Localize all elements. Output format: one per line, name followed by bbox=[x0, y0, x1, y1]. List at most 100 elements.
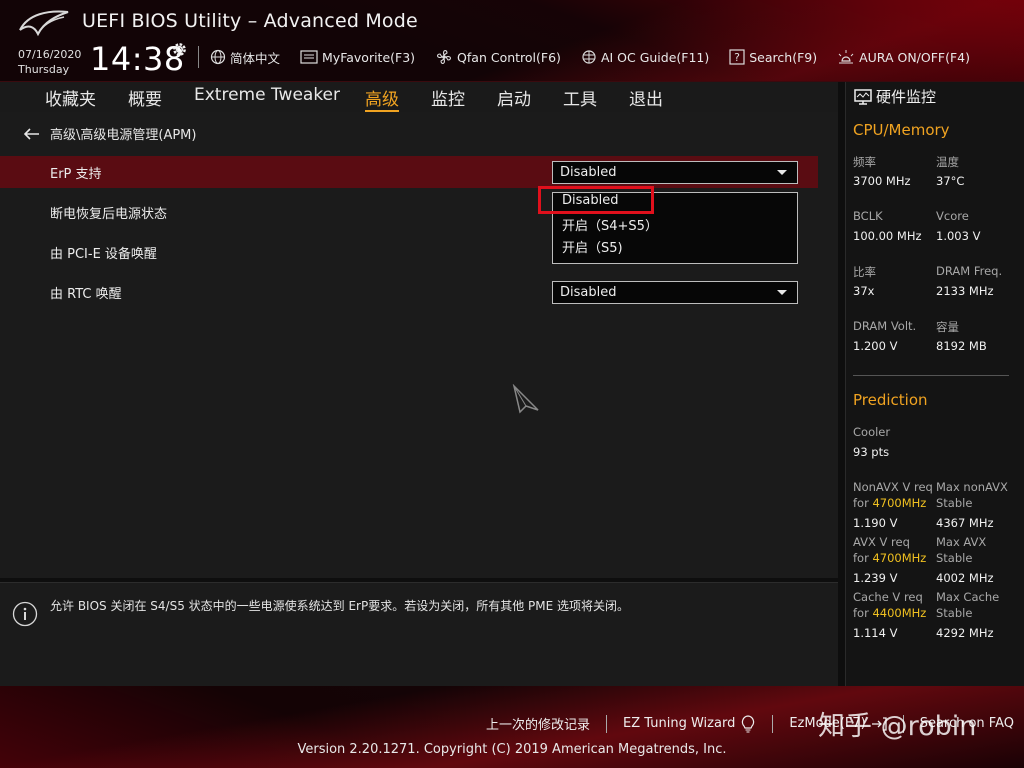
tab-advanced[interactable]: 高级 bbox=[365, 85, 399, 112]
tab-extreme-tweaker[interactable]: Extreme Tweaker bbox=[194, 85, 340, 105]
tab-tool[interactable]: 工具 bbox=[563, 85, 597, 110]
hw-label: BCLK bbox=[853, 209, 883, 223]
target-frequency: 4700MHz bbox=[872, 551, 927, 565]
search-button[interactable]: ? Search(F9) bbox=[729, 49, 817, 65]
hw-label-for: for bbox=[853, 606, 869, 620]
aura-light-icon bbox=[838, 50, 854, 64]
gear-icon[interactable] bbox=[171, 41, 188, 58]
setting-label-pcie-wake: 由 PCI-E 设备唤醒 bbox=[50, 247, 157, 262]
cpu-memory-section-title: CPU/Memory bbox=[853, 121, 950, 139]
aura-label: AURA ON/OFF(F4) bbox=[859, 49, 971, 65]
day-text: Thursday bbox=[18, 63, 70, 76]
date-text: 07/16/2020 bbox=[18, 48, 82, 61]
hw-value: 37°C bbox=[936, 174, 965, 188]
footer-divider bbox=[606, 714, 608, 733]
rog-logo-icon bbox=[19, 10, 69, 37]
hw-label: Vcore bbox=[936, 209, 969, 223]
footer-bar: 上一次的修改记录 EZ Tuning Wizard EzMode(F7) Sea… bbox=[0, 686, 1024, 768]
header-bar: UEFI BIOS Utility – Advanced Mode 07/16/… bbox=[0, 0, 1024, 82]
search-label: Search(F9) bbox=[749, 49, 818, 65]
hw-label: Stable bbox=[936, 551, 973, 565]
hw-label: Stable bbox=[936, 606, 973, 620]
toolbar: 简体中文 MyFavorite(F3) Qfan Control(F6) AI … bbox=[210, 46, 990, 68]
hw-label: DRAM Freq. bbox=[936, 264, 1003, 278]
help-bar: 允许 BIOS 关闭在 S4/S5 状态中的一些电源使系统达到 ErP要求。若设… bbox=[0, 582, 838, 686]
mouse-cursor-icon bbox=[512, 384, 539, 414]
hw-label: Max nonAVX bbox=[936, 480, 1008, 494]
annotation-highlight-box bbox=[538, 186, 654, 214]
setting-label-rtc-wake: 由 RTC 唤醒 bbox=[50, 287, 122, 302]
hw-value: 4292 MHz bbox=[936, 626, 994, 640]
setting-row-rtc-wake[interactable]: 由 RTC 唤醒 Disabled bbox=[0, 276, 818, 308]
hw-value: 4002 MHz bbox=[936, 571, 994, 585]
rtc-wake-dropdown-value: Disabled bbox=[560, 285, 617, 300]
hw-value: 1.190 V bbox=[853, 516, 898, 530]
language-label: 简体中文 bbox=[230, 50, 281, 66]
hw-label: 温度 bbox=[936, 155, 959, 169]
ez-tuning-wizard-button[interactable]: EZ Tuning Wizard bbox=[623, 714, 756, 733]
ai-oc-guide-button[interactable]: AI OC Guide(F11) bbox=[581, 49, 709, 65]
lightbulb-icon bbox=[742, 714, 755, 732]
erp-dropdown[interactable]: Disabled bbox=[552, 161, 798, 184]
myfavorite-button[interactable]: MyFavorite(F3) bbox=[300, 50, 415, 65]
watermark-text: 知乎 @robin bbox=[818, 711, 977, 742]
tab-main[interactable]: 概要 bbox=[128, 85, 162, 110]
version-text: Version 2.20.1271. Copyright (C) 2019 Am… bbox=[297, 742, 727, 757]
dropdown-arrow-icon bbox=[777, 290, 787, 295]
hw-label: for 4700MHz bbox=[853, 496, 926, 510]
date-display: 07/16/2020 Thursday bbox=[18, 47, 81, 77]
tab-boot[interactable]: 启动 bbox=[497, 85, 531, 110]
hw-value: 1.200 V bbox=[853, 339, 898, 353]
fan-icon bbox=[437, 50, 452, 64]
help-description: 允许 BIOS 关闭在 S4/S5 状态中的一些电源使系统达到 ErP要求。若设… bbox=[50, 599, 630, 613]
dropdown-arrow-icon bbox=[777, 170, 787, 175]
hw-label: 频率 bbox=[853, 155, 876, 169]
tab-exit[interactable]: 退出 bbox=[629, 85, 663, 110]
setting-row-erp[interactable]: ErP 支持 Disabled bbox=[0, 156, 818, 188]
settings-panel: 高级\高级电源管理(APM) ErP 支持 Disabled 断电恢复后电源状态… bbox=[0, 112, 838, 578]
hw-value: 1.239 V bbox=[853, 571, 898, 585]
last-modified-button[interactable]: 上一次的修改记录 bbox=[486, 714, 590, 733]
last-modified-label: 上一次的修改记录 bbox=[486, 718, 591, 733]
qfan-control-button[interactable]: Qfan Control(F6) bbox=[435, 48, 561, 66]
language-button[interactable]: 简体中文 bbox=[210, 48, 280, 67]
hw-value: 1.114 V bbox=[853, 626, 898, 640]
favorite-icon bbox=[300, 50, 318, 64]
cooler-label: Cooler bbox=[853, 425, 891, 439]
monitor-icon bbox=[854, 88, 872, 105]
hw-monitor-title: 硬件监控 bbox=[854, 86, 936, 107]
ez-tuning-label: EZ Tuning Wizard bbox=[623, 716, 736, 731]
hw-label: 容量 bbox=[936, 320, 959, 334]
dropdown-option-s5[interactable]: 开启（S5) bbox=[562, 237, 623, 256]
hw-value: 4367 MHz bbox=[936, 516, 994, 530]
hardware-monitor-panel: 硬件监控 CPU/Memory 频率 3700 MHz 温度 37°C BCLK… bbox=[845, 82, 1024, 686]
back-arrow-icon[interactable] bbox=[24, 127, 40, 140]
myfavorite-label: MyFavorite(F3) bbox=[322, 49, 416, 65]
hw-label: for 4400MHz bbox=[853, 606, 926, 620]
hw-value: 1.003 V bbox=[936, 229, 981, 243]
hw-value: 2133 MHz bbox=[936, 284, 994, 298]
rtc-wake-dropdown[interactable]: Disabled bbox=[552, 281, 798, 304]
aura-toggle-button[interactable]: AURA ON/OFF(F4) bbox=[837, 49, 970, 65]
globe-icon bbox=[210, 49, 226, 65]
erp-dropdown-value: Disabled bbox=[560, 165, 617, 180]
hw-label: Max AVX bbox=[936, 535, 987, 549]
app-title: UEFI BIOS Utility – Advanced Mode bbox=[82, 10, 418, 32]
hw-label: AVX V req bbox=[853, 535, 910, 549]
hw-label: DRAM Volt. bbox=[853, 319, 917, 333]
hw-label-for: for bbox=[853, 496, 869, 510]
ai-oc-label: AI OC Guide(F11) bbox=[600, 49, 710, 65]
tab-favorites[interactable]: 收藏夹 bbox=[45, 85, 96, 110]
help-search-icon: ? bbox=[729, 49, 745, 65]
main-tabs: 收藏夹 概要 Extreme Tweaker 高级 监控 启动 工具 退出 bbox=[0, 82, 838, 112]
tab-monitor[interactable]: 监控 bbox=[431, 85, 465, 110]
header-divider bbox=[198, 46, 199, 68]
hw-label: NonAVX V req bbox=[853, 480, 933, 494]
hw-label: Max Cache bbox=[936, 590, 1000, 604]
hw-value: 8192 MB bbox=[936, 339, 987, 353]
svg-text:?: ? bbox=[734, 51, 740, 64]
setting-label-erp: ErP 支持 bbox=[50, 167, 102, 182]
dropdown-option-s4-s5[interactable]: 开启（S4+S5） bbox=[562, 215, 658, 234]
target-frequency: 4400MHz bbox=[872, 606, 927, 620]
ai-chip-icon bbox=[582, 50, 596, 64]
